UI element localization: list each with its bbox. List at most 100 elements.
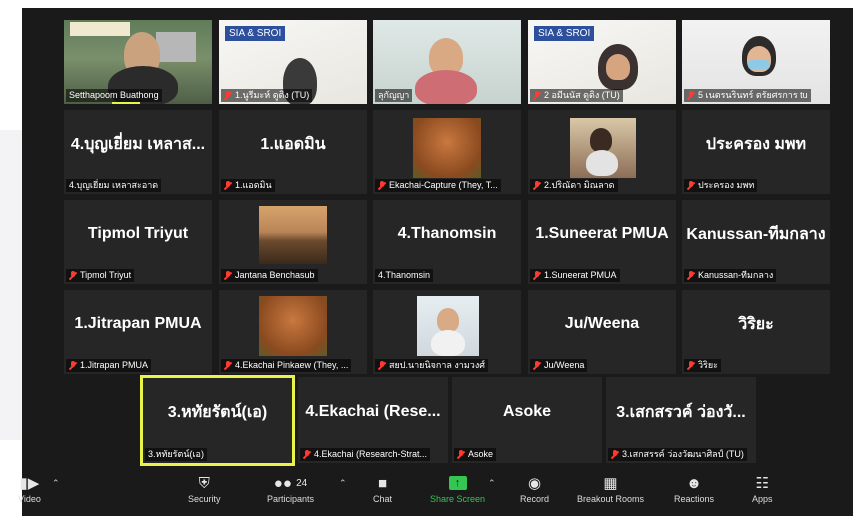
speaking-indicator [112,102,140,104]
video-label: Video [18,494,41,504]
participant-display-name: 4.Ekachai (Rese... [305,403,441,420]
participant-tile[interactable]: 4.Ekachai (Rese... 4.Ekachai (Research-S… [298,377,448,463]
breakout-rooms-icon: ▦ [603,475,618,492]
participant-tile[interactable]: Tipmol Triyut Tipmol Triyut [64,200,212,284]
participant-name-label: 4.Thanomsin [375,269,434,282]
participant-name-label: 3.เสกสรรค์ ว่องวัฒนาศิลป์ (TU) [608,448,747,461]
participant-name-label: 2 อมีนนัส ดูดิง (TU) [530,89,623,102]
participant-tile[interactable]: Setthapoom Buathong [64,20,212,104]
apps-icon: ☷ [755,475,769,492]
participant-display-name: 4.Thanomsin [397,225,497,242]
participant-tile[interactable]: Asoke Asoke [452,377,602,463]
reactions-label: Reactions [674,494,715,504]
participant-name-label: Ju/Weena [530,359,588,372]
participant-name-label: สยป.นายนิจกาล งามวงศ์ [375,359,488,372]
video-button[interactable]: ▮▶ Video [18,472,41,504]
participant-name-label: 1.แอดมิน [221,179,275,192]
participant-tile[interactable]: Ekachai-Capture (They, T... [373,110,521,194]
participant-display-name: 3.หทัยรัตน์(เอ) [167,404,268,421]
mic-muted-icon [303,450,311,459]
participant-tile[interactable]: 1.Jitrapan PMUA 1.Jitrapan PMUA [64,290,212,374]
mic-muted-icon [611,450,619,459]
mic-muted-icon [457,450,465,459]
participant-display-name: วิริยะ [738,315,774,333]
participant-tile[interactable]: SIA & SROI 2 อมีนนัส ดูดิง (TU) [528,20,676,104]
meeting-toolbar: ▮▶ Video ⌃ ⛨ Security ●● 24 Participants… [18,468,853,516]
participants-label: Participants [267,494,315,504]
participant-name-label: Setthapoom Buathong [66,89,162,102]
participant-tile[interactable]: วิริยะ วิริยะ [682,290,830,374]
profile-picture [259,296,327,356]
participant-name-label: 3.หทัยรัตน์(เอ) [145,448,207,461]
chat-label: Chat [373,494,393,504]
profile-picture [417,296,479,356]
participants-count: 24 [296,477,308,489]
participant-display-name: ประครอง มพท [705,135,807,153]
participant-name-label: Asoke [454,448,497,461]
participant-name-label: Jantana Benchasub [221,269,318,282]
participant-display-name: 4.บุญเยี่ยม เหลาส... [70,135,206,153]
zoom-gallery-window: Setthapoom Buathong SIA & SROI 1.นูรีมะห… [18,8,853,516]
participant-name-label: ประครอง มพท [684,179,758,192]
mic-muted-icon [533,181,541,190]
participant-display-name: 1.Suneerat PMUA [535,225,669,242]
participant-name-label: Ekachai-Capture (They, T... [375,179,501,192]
participant-tile[interactable]: 1.แอดมิน 1.แอดมิน [219,110,367,194]
chat-bubble-icon: ■ [377,474,388,492]
participant-tile[interactable]: 4.Thanomsin 4.Thanomsin [373,200,521,284]
mic-muted-icon [378,181,386,190]
profile-picture [259,206,327,264]
record-label: Record [520,494,550,504]
share-options-caret-icon[interactable]: ⌃ [488,478,496,489]
participant-display-name: 1.แอดมิน [260,135,326,153]
participant-name-label: 5 เนตรนรินทร์ ตรัยศรการ tu [684,89,811,102]
participant-tile[interactable]: Kanussan-ทีมกลาง Kanussan-ทีมกลาง [682,200,830,284]
participant-tile-active-speaker[interactable]: 3.หทัยรัตน์(เอ) 3.หทัยรัตน์(เอ) [140,375,295,466]
participant-name-label: วิริยะ [684,359,721,372]
participant-display-name: 3.เสกสรวค์ ว่องวั... [616,403,746,421]
mic-muted-icon [224,361,232,370]
apps-button[interactable]: ☷ Apps [752,472,773,504]
background-window-edge [0,130,22,440]
participant-tile[interactable]: 4.บุญเยี่ยม เหลาส... 4.บุญเยี่ยม เหลาสะอ… [64,110,212,194]
slide-title: SIA & SROI [534,26,595,41]
reactions-button[interactable]: ☻ Reactions [674,472,715,505]
participant-name-label: 2.ปริณัดา มิณลาด [530,179,618,192]
participant-display-name: Tipmol Triyut [87,225,189,242]
share-screen-label: Share Screen [430,494,486,504]
participant-tile[interactable]: 2.ปริณัดา มิณลาด [528,110,676,194]
share-screen-button[interactable]: ↑ Share Screen [430,472,485,504]
participant-tile[interactable]: 3.เสกสรวค์ ว่องวั... 3.เสกสรรค์ ว่องวัฒน… [606,377,756,463]
mic-muted-icon [69,271,77,280]
mic-muted-icon [533,271,541,280]
participant-tile[interactable]: ประครอง มพท ประครอง มพท [682,110,830,194]
mic-muted-icon [224,181,232,190]
video-options-caret-icon[interactable]: ⌃ [52,478,60,489]
mic-muted-icon [378,361,386,370]
participant-tile[interactable]: 4.Ekachai Pinkaew (They, ... [219,290,367,374]
participant-display-name: 1.Jitrapan PMUA [74,315,202,332]
participant-tile[interactable]: Ju/Weena Ju/Weena [528,290,676,374]
participant-name-label: Kanussan-ทีมกลาง [684,269,777,282]
participants-button[interactable]: ●● 24 Participants [267,472,315,505]
participant-display-name: Ju/Weena [564,315,640,332]
mic-muted-icon [224,91,232,100]
participant-display-name: Kanussan-ทีมกลาง [686,225,826,243]
breakout-rooms-label: Breakout Rooms [577,494,645,504]
participant-tile[interactable]: SIA & SROI 1.นูรีมะห์ ดูดิง (TU) [219,20,367,104]
record-button[interactable]: ◉ Record [520,472,549,504]
security-button[interactable]: ⛨ Security [188,472,221,505]
participants-icon: ●● 24 [273,474,308,492]
participants-options-caret-icon[interactable]: ⌃ [339,478,347,489]
breakout-rooms-button[interactable]: ▦ Breakout Rooms [577,472,644,504]
participant-name-label: Tipmol Triyut [66,269,135,282]
mic-muted-icon [687,361,695,370]
participant-name-label: 4.บุญเยี่ยม เหลาสะอาด [66,179,162,192]
chat-button[interactable]: ■ Chat [373,472,393,505]
mic-muted-icon [687,91,695,100]
participant-tile[interactable]: สยป.นายนิจกาล งามวงศ์ [373,290,521,374]
participant-tile[interactable]: 1.Suneerat PMUA 1.Suneerat PMUA [528,200,676,284]
participant-tile[interactable]: 5 เนตรนรินทร์ ตรัยศรการ tu [682,20,830,104]
participant-tile[interactable]: ลุกัญญา [373,20,521,104]
participant-tile[interactable]: Jantana Benchasub [219,200,367,284]
